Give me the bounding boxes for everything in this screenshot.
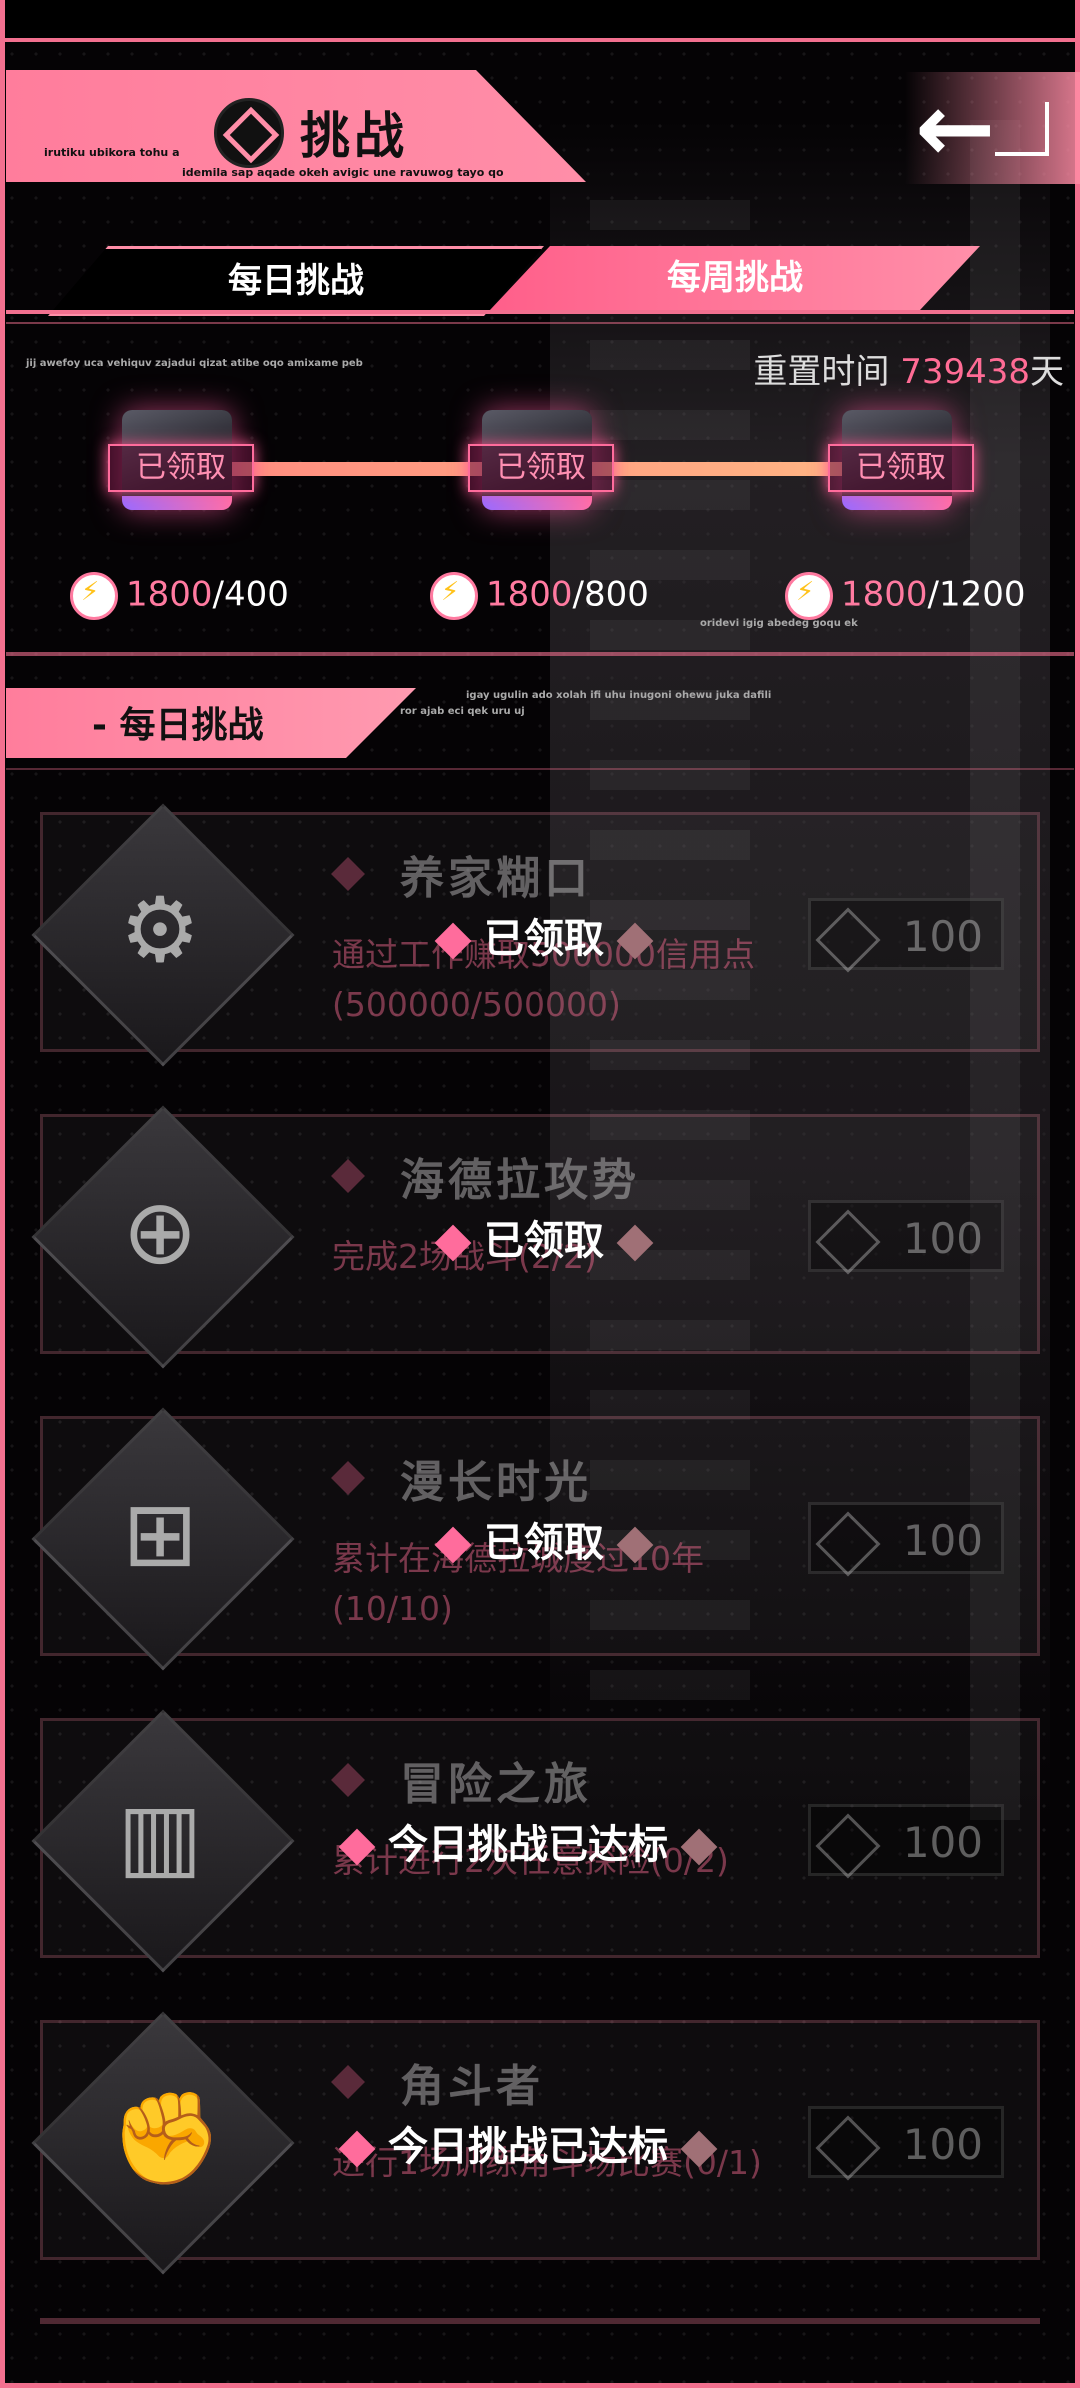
reset-timer: 重置时间 739438天 [753,344,1064,393]
status-label: 已领取 [422,1208,666,1266]
tab-weekly-label: 每周挑战 [667,258,803,298]
reward-value: 100 [902,912,983,961]
diamond-icon [434,1526,472,1564]
header-flavor-text-2: idemila sap aqade okeh avigic une ravuwo… [182,166,504,179]
energy-bolt-icon [815,1209,881,1275]
back-corner-decoration [995,102,1049,156]
challenge-name: 海德拉攻势 [400,1155,640,1206]
progress-divider [6,652,1074,656]
diamond-icon [338,1828,376,1866]
tab-weekly[interactable]: 每周挑战 [490,246,980,310]
points-current: 1800 [126,574,213,615]
challenge-name: 冒险之旅 [400,1759,592,1810]
reward-value: 100 [902,2120,983,2169]
points-current: 1800 [841,574,928,615]
challenge-card[interactable]: ⊕ 海德拉攻势 完成2场战斗(2/2) 100 已领取 [31,1105,1040,1369]
reward-badge: 100 [808,898,1004,973]
tab-divider-2 [6,322,1074,324]
challenge-name: 养家糊口 [400,853,592,904]
diamond-icon [338,2130,376,2168]
section-flavor-text: igay ugulin ado xolah ifi uhu inugoni oh… [466,690,772,701]
chest-status-badge: 已领取 [108,444,254,492]
emblem-icon: ⊞ [122,1482,198,1587]
reward-value: 100 [902,1818,983,1867]
status-label: 今日挑战已达标 [326,2114,730,2172]
progress-flavor-text: jij awefoy uca vehiquv zajadui qizat ati… [26,358,363,369]
status-text: 已领取 [484,916,604,962]
progress-flavor-text-2: oridevi igig abedeg goqu ek [700,618,858,629]
energy-bolt-icon [430,572,478,620]
points-target: /400 [212,574,289,615]
tab-daily[interactable]: 每日挑战 [48,246,544,316]
muscle-arm-icon: ✊ [110,2086,223,2191]
reward-badge: 100 [808,1804,1004,1879]
chest-status-badge: 已领取 [828,444,974,492]
status-text: 已领取 [484,1218,604,1264]
energy-bolt-icon [815,2115,881,2181]
back-arrow-icon: ← [915,72,996,184]
status-label: 已领取 [422,906,666,964]
city-icon: ▥ [117,1784,203,1889]
status-text: 今日挑战已达标 [388,2124,668,2170]
section-flavor-text-2: ror ajab eci qek uru uj [400,706,525,717]
section-title: - 每日挑战 [92,705,264,746]
diamond-icon [616,1224,654,1262]
page-title: 挑战 [300,107,408,165]
challenge-card[interactable]: ▥ 冒险之旅 累计进行2次任意探险(0/2) 100 今日挑战已达标 [31,1709,1040,1973]
energy-bolt-icon [785,572,833,620]
reward-badge: 100 [808,1200,1004,1275]
reward-badge: 100 [808,1502,1004,1577]
reset-value: 739438 [900,352,1030,392]
reward-value: 100 [902,1516,983,1565]
diamond-icon [616,922,654,960]
energy-bolt-icon [815,1511,881,1577]
tab-divider [6,310,1074,314]
section-divider [6,768,1074,770]
diamond-icon [680,1828,718,1866]
status-text: 已领取 [484,1520,604,1566]
diamond-icon [434,1224,472,1262]
challenge-card[interactable]: ⚙ 养家糊口 通过工作赚取500000信用点(500000/500000) 10… [31,803,1040,1067]
list-bottom-edge [40,2318,1040,2324]
chest-status-badge: 已领取 [468,444,614,492]
energy-bolt-icon [815,907,881,973]
reward-badge: 100 [808,2106,1004,2181]
status-text: 今日挑战已达标 [388,1822,668,1868]
challenge-card[interactable]: ✊ 角斗者 进行1场训练角斗场比赛(0/1) 100 今日挑战已达标 [31,2011,1040,2275]
reward-value: 100 [902,1214,983,1263]
crosshair-rifle-icon: ⊕ [122,1180,198,1285]
points-current: 1800 [486,574,573,615]
header-flavor-text: irutiku ubikora tohu a [44,146,180,159]
challenge-name: 漫长时光 [400,1457,592,1508]
chest-points: 1800/800 [430,572,649,620]
reset-unit: 天 [1030,352,1064,392]
points-target: /1200 [927,574,1026,615]
status-label: 今日挑战已达标 [326,1812,730,1870]
chest-points: 1800/400 [70,572,289,620]
diamond-icon [616,1526,654,1564]
reset-label: 重置时间 [753,352,890,392]
diamond-icon [434,922,472,960]
energy-bolt-icon [815,1813,881,1879]
gear-hand-icon: ⚙ [119,878,201,983]
energy-bolt-icon [70,572,118,620]
challenge-card[interactable]: ⊞ 漫长时光 累计在海德拉城度过10年(10/10) 100 已领取 [31,1407,1040,1671]
chest-points: 1800/1200 [785,572,1026,620]
status-label: 已领取 [422,1510,666,1568]
back-button[interactable]: ← [905,72,1080,184]
points-target: /800 [572,574,649,615]
challenge-logo-icon [214,98,284,168]
challenge-name: 角斗者 [400,2061,544,2112]
tab-daily-label: 每日挑战 [228,261,364,301]
diamond-icon [680,2130,718,2168]
